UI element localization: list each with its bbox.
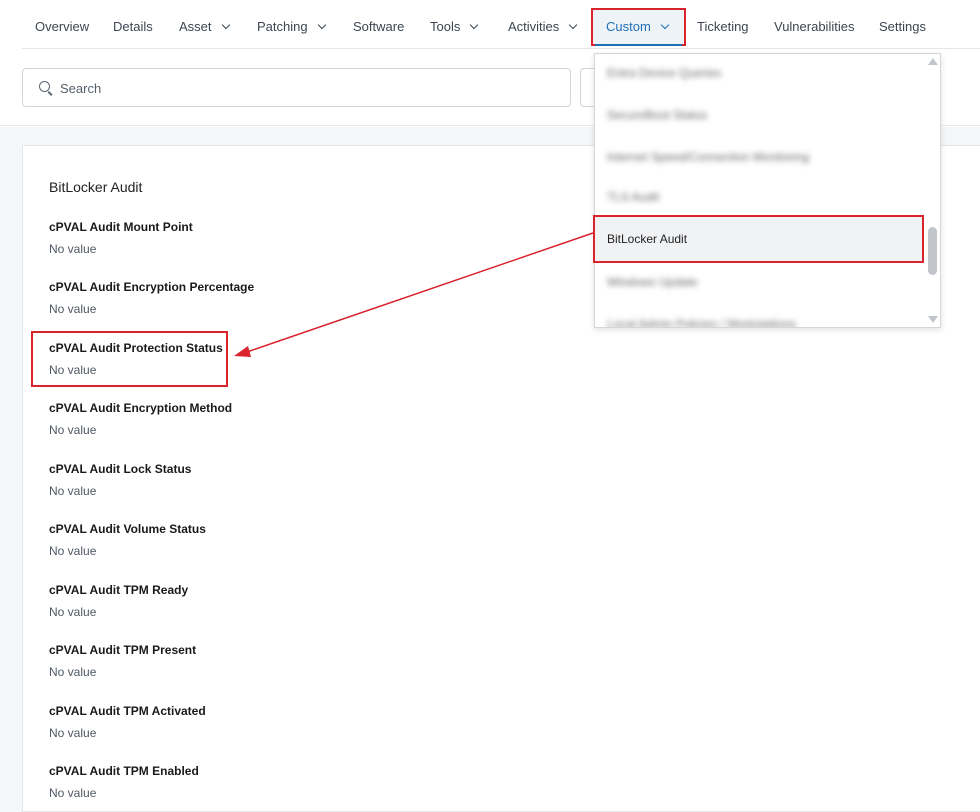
active-tab-indicator — [595, 44, 682, 46]
tab-activities[interactable]: Activities — [508, 19, 578, 34]
dropdown-item[interactable]: Internet Speed/Connection Monitoring — [607, 150, 809, 164]
field-value: No value — [49, 786, 97, 800]
tab-label: Asset — [179, 19, 212, 34]
tab-label: Details — [113, 19, 153, 34]
search-box[interactable] — [22, 68, 571, 107]
tab-custom[interactable]: Custom — [606, 19, 670, 34]
field-value: No value — [49, 363, 97, 377]
field-lock-status: cPVAL Audit Lock Status No value — [49, 462, 191, 498]
tab-label: Tools — [430, 19, 461, 34]
field-label: cPVAL Audit Encryption Percentage — [49, 280, 255, 294]
dropdown-item[interactable]: Entra Device Queries — [607, 66, 721, 80]
tab-vulnerabilities[interactable]: Vulnerabilities — [774, 19, 854, 34]
chevron-down-icon — [470, 20, 479, 30]
chevron-down-icon — [221, 20, 230, 30]
field-encryption-percentage: cPVAL Audit Encryption Percentage No val… — [49, 280, 254, 316]
dropdown-item[interactable]: SecureBoot Status — [607, 108, 707, 122]
chevron-down-icon — [660, 20, 670, 30]
field-value: No value — [49, 484, 97, 498]
tab-label: Patching — [257, 19, 308, 34]
tab-label: Overview — [35, 19, 90, 34]
field-label: cPVAL Audit TPM Ready — [49, 583, 189, 597]
field-tpm-activated: cPVAL Audit TPM Activated No value — [49, 704, 206, 740]
field-value: No value — [49, 726, 97, 740]
field-label: cPVAL Audit Encryption Method — [49, 401, 233, 415]
tab-asset[interactable]: Asset — [179, 19, 230, 34]
field-label: cPVAL Audit TPM Activated — [49, 704, 206, 718]
field-label: cPVAL Audit Protection Status — [49, 341, 223, 355]
chevron-down-icon — [569, 20, 578, 30]
tab-label: Custom — [606, 19, 651, 34]
field-value: No value — [49, 665, 97, 679]
tab-label: Activities — [508, 19, 560, 34]
field-encryption-method: cPVAL Audit Encryption Method No value — [49, 401, 232, 437]
tab-details[interactable]: Details — [113, 19, 153, 34]
field-label: cPVAL Audit TPM Enabled — [49, 764, 199, 778]
field-label: cPVAL Audit Lock Status — [49, 462, 192, 476]
field-value: No value — [49, 302, 97, 316]
tab-settings[interactable]: Settings — [879, 19, 926, 34]
tab-label: Software — [353, 19, 405, 34]
scroll-down-arrow-icon[interactable] — [928, 316, 938, 323]
field-label: cPVAL Audit Mount Point — [49, 220, 193, 234]
tab-software[interactable]: Software — [353, 19, 404, 34]
field-value: No value — [49, 423, 97, 437]
field-label: cPVAL Audit TPM Present — [49, 643, 197, 657]
field-volume-status: cPVAL Audit Volume Status No value — [49, 522, 206, 558]
tab-patching[interactable]: Patching — [257, 19, 326, 34]
tab-label: Ticketing — [697, 19, 749, 34]
dropdown-item[interactable]: Local Admin Policies / Workstations — [607, 317, 796, 327]
dropdown-item-bitlocker-audit[interactable]: BitLocker Audit — [593, 215, 924, 263]
field-value: No value — [49, 544, 97, 558]
search-input[interactable] — [60, 78, 560, 98]
field-value: No value — [49, 242, 97, 256]
tab-label: Vulnerabilities — [774, 19, 855, 34]
dropdown-item[interactable]: TLS Audit — [607, 190, 659, 204]
dropdown-scrollbar[interactable] — [926, 54, 940, 326]
field-protection-status: cPVAL Audit Protection Status No value — [49, 341, 223, 377]
tab-label: Settings — [879, 19, 926, 34]
field-mount-point: cPVAL Audit Mount Point No value — [49, 220, 193, 256]
search-icon — [39, 81, 50, 92]
field-tpm-present: cPVAL Audit TPM Present No value — [49, 643, 196, 679]
dropdown-item-label: BitLocker Audit — [607, 232, 688, 246]
field-tpm-ready: cPVAL Audit TPM Ready No value — [49, 583, 188, 619]
chevron-down-icon — [317, 20, 326, 30]
custom-dropdown-menu: Entra Device Queries SecureBoot Status I… — [594, 53, 941, 328]
dropdown-item[interactable]: Windows Update — [607, 275, 698, 289]
field-label: cPVAL Audit Volume Status — [49, 522, 206, 536]
field-tpm-enabled: cPVAL Audit TPM Enabled No value — [49, 764, 199, 800]
tab-overview[interactable]: Overview — [35, 19, 89, 34]
scrollbar-thumb[interactable] — [928, 227, 937, 275]
tab-ticketing[interactable]: Ticketing — [697, 19, 749, 34]
field-value: No value — [49, 605, 97, 619]
card-title: BitLocker Audit — [49, 179, 143, 195]
scroll-up-arrow-icon[interactable] — [928, 58, 938, 65]
tab-tools[interactable]: Tools — [430, 19, 479, 34]
